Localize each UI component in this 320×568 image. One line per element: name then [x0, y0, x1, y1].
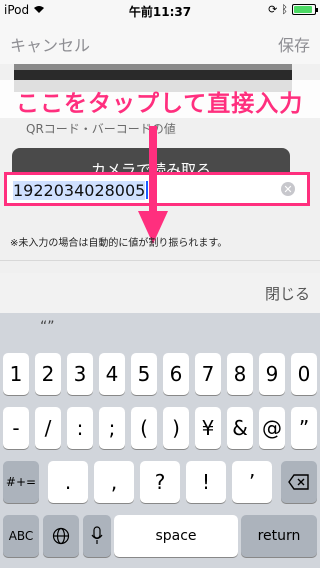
key-comma[interactable]: ,: [94, 461, 134, 503]
return-key[interactable]: return: [241, 515, 317, 557]
key-0[interactable]: 0: [291, 353, 317, 395]
key-6[interactable]: 6: [163, 353, 189, 395]
key-hyphen[interactable]: -: [3, 407, 29, 449]
key-at[interactable]: @: [259, 407, 285, 449]
keyboard-accessory-bar: 閉じる: [0, 273, 320, 313]
key-quote[interactable]: ”: [291, 407, 317, 449]
key-ampersand[interactable]: &: [227, 407, 253, 449]
microphone-icon[interactable]: [83, 515, 111, 557]
input-value-text: 1922034028005: [13, 181, 146, 200]
space-key[interactable]: space: [114, 515, 238, 557]
battery-icon: [292, 4, 318, 15]
key-1[interactable]: 1: [3, 353, 29, 395]
key-semicolon[interactable]: ;: [99, 407, 125, 449]
annotation-text: ここをタップして直接入力: [16, 91, 304, 117]
separator: [0, 260, 320, 261]
delete-key-icon[interactable]: [281, 461, 317, 503]
save-button[interactable]: 保存: [278, 32, 310, 56]
key-2[interactable]: 2: [35, 353, 61, 395]
key-abc[interactable]: ABC: [3, 515, 39, 557]
key-symbols[interactable]: #+=: [3, 461, 39, 503]
status-bar: iPod 午前11:37 ⟳ ᛒ: [0, 0, 320, 20]
key-open-paren[interactable]: (: [131, 407, 157, 449]
rotation-lock-icon: ⟳: [268, 3, 278, 16]
predictive-suggestion[interactable]: “”: [40, 319, 55, 335]
numeric-keyboard: “” 1 2 3 4 5 6 7 8 9 0 - / : ; ( ) ¥ & @…: [0, 313, 320, 568]
key-period[interactable]: .: [48, 461, 88, 503]
key-question[interactable]: ?: [140, 461, 180, 503]
cancel-button[interactable]: キャンセル: [10, 32, 90, 56]
globe-icon[interactable]: [43, 515, 79, 557]
key-7[interactable]: 7: [195, 353, 221, 395]
key-close-paren[interactable]: ): [163, 407, 189, 449]
key-3[interactable]: 3: [67, 353, 93, 395]
key-colon[interactable]: :: [67, 407, 93, 449]
key-5[interactable]: 5: [131, 353, 157, 395]
input-note: ※未入力の場合は自動的に値が割り振られます。: [10, 238, 228, 249]
key-8[interactable]: 8: [227, 353, 253, 395]
close-keyboard-button[interactable]: 閉じる: [265, 283, 310, 304]
key-9[interactable]: 9: [259, 353, 285, 395]
key-apostrophe[interactable]: ’: [232, 461, 272, 503]
key-4[interactable]: 4: [99, 353, 125, 395]
bluetooth-icon: ᛒ: [281, 3, 288, 16]
annotation-arrow-icon: [138, 126, 168, 244]
key-slash[interactable]: /: [35, 407, 61, 449]
predictive-bar: “”: [0, 313, 320, 349]
key-yen[interactable]: ¥: [195, 407, 221, 449]
clear-icon[interactable]: ✕: [281, 182, 295, 196]
nav-bar: キャンセル 保存: [0, 20, 320, 64]
key-exclamation[interactable]: !: [186, 461, 226, 503]
